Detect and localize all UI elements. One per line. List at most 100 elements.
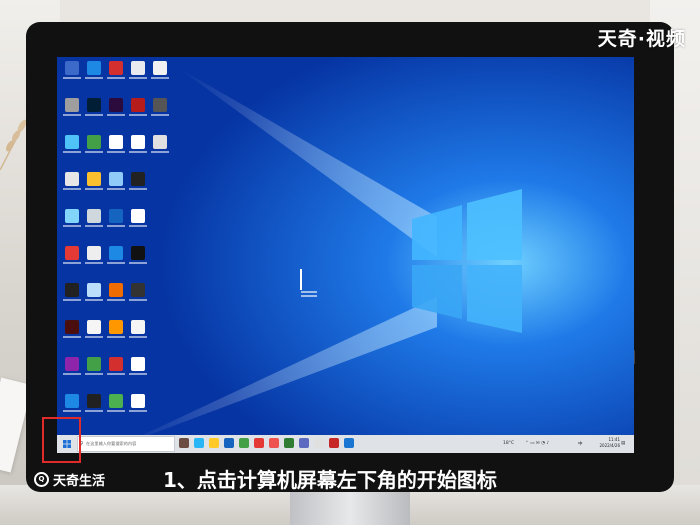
app-glyph-icon	[65, 394, 79, 408]
taskbar-app-icon[interactable]	[224, 438, 234, 448]
desktop-app-icon[interactable]	[83, 283, 105, 301]
desktop-app-icon[interactable]	[83, 320, 105, 338]
desktop-app-icon[interactable]	[61, 172, 83, 190]
monitor-stand	[290, 490, 410, 525]
desktop-app-icon[interactable]	[105, 246, 127, 264]
app-glyph-icon	[87, 98, 101, 112]
icon-label	[63, 225, 81, 227]
icon-label	[85, 373, 103, 375]
app-glyph-icon	[65, 209, 79, 223]
video-brand-watermark: 天奇·视频	[597, 28, 686, 50]
system-tray: 18°C ⌃ ▭ ✉ ◔ ♪ 中 11:41 2022/4/26 ▤	[503, 435, 628, 453]
desktop-app-icon[interactable]	[105, 283, 127, 301]
notification-icon[interactable]: ▤	[621, 441, 625, 446]
desktop-app-icon[interactable]	[83, 357, 105, 375]
input-language-indicator[interactable]: 中	[578, 441, 583, 447]
icon-label	[107, 299, 125, 301]
desktop-app-icon[interactable]	[83, 394, 105, 412]
app-glyph-icon	[131, 283, 145, 297]
desktop-app-icon[interactable]	[61, 394, 83, 412]
weather-indicator[interactable]: 18°C	[503, 441, 514, 446]
desktop-app-icon[interactable]	[83, 98, 105, 116]
desktop-icon-grid	[57, 57, 177, 437]
icon-label	[85, 188, 103, 190]
icon-label	[85, 151, 103, 153]
desktop-app-icon[interactable]	[149, 61, 171, 79]
taskbar-app-icon[interactable]	[209, 438, 219, 448]
taskbar-app-icon[interactable]	[344, 438, 354, 448]
app-glyph-icon	[87, 61, 101, 75]
app-glyph-icon	[109, 98, 123, 112]
desktop-app-icon[interactable]	[61, 61, 83, 79]
taskbar-app-icon[interactable]	[254, 438, 264, 448]
desktop-app-icon[interactable]	[127, 283, 149, 301]
desktop-file-icon[interactable]	[300, 269, 318, 297]
desktop-screen: ⚲ 在这里输入你要搜索的内容 18°C ⌃ ▭ ✉ ◔ ♪ 中 11:41 20…	[57, 57, 634, 453]
desktop-app-icon[interactable]	[105, 357, 127, 375]
desktop-app-icon[interactable]	[83, 172, 105, 190]
desktop-app-icon[interactable]	[105, 209, 127, 227]
desktop-app-icon[interactable]	[127, 135, 149, 153]
taskbar-app-icon[interactable]	[314, 438, 324, 448]
desktop-app-icon[interactable]	[149, 98, 171, 116]
desktop-app-icon[interactable]	[105, 394, 127, 412]
icon-label	[107, 262, 125, 264]
desktop-app-icon[interactable]	[105, 320, 127, 338]
icon-label	[63, 114, 81, 116]
desktop-app-icon[interactable]	[61, 209, 83, 227]
taskbar-app-icon[interactable]	[269, 438, 279, 448]
desktop-app-icon[interactable]	[61, 357, 83, 375]
icon-label	[129, 77, 147, 79]
app-glyph-icon	[87, 320, 101, 334]
icon-label	[107, 151, 125, 153]
desktop-app-icon[interactable]	[127, 98, 149, 116]
desktop-app-icon[interactable]	[127, 357, 149, 375]
app-glyph-icon	[131, 135, 145, 149]
desktop-app-icon[interactable]	[105, 172, 127, 190]
desktop-app-icon[interactable]	[105, 135, 127, 153]
taskbar-app-icon[interactable]	[194, 438, 204, 448]
icon-label	[129, 262, 147, 264]
desktop-app-icon[interactable]	[83, 135, 105, 153]
desktop-app-icon[interactable]	[127, 246, 149, 264]
icon-label	[129, 336, 147, 338]
desktop-app-icon[interactable]	[127, 394, 149, 412]
desktop-app-icon[interactable]	[61, 320, 83, 338]
taskbar-app-icon[interactable]	[179, 438, 189, 448]
desktop-app-icon[interactable]	[127, 320, 149, 338]
desktop-app-icon[interactable]	[105, 61, 127, 79]
icon-label	[63, 410, 81, 412]
desktop-app-icon[interactable]	[83, 246, 105, 264]
taskbar-app-icon[interactable]	[239, 438, 249, 448]
desktop-app-icon[interactable]	[83, 61, 105, 79]
tray-icons[interactable]: ⌃ ▭ ✉ ◔ ♪	[525, 441, 549, 446]
desktop-app-icon[interactable]	[149, 135, 171, 153]
desktop-app-icon[interactable]	[61, 98, 83, 116]
instruction-caption: 1、点击计算机屏幕左下角的开始图标	[163, 468, 497, 492]
app-glyph-icon	[65, 283, 79, 297]
icon-label	[107, 336, 125, 338]
app-glyph-icon	[109, 394, 123, 408]
icon-label	[85, 114, 103, 116]
desktop-app-icon[interactable]	[61, 135, 83, 153]
desktop-app-icon[interactable]	[61, 246, 83, 264]
app-glyph-icon	[87, 246, 101, 260]
desktop-app-icon[interactable]	[127, 61, 149, 79]
app-glyph-icon	[131, 209, 145, 223]
taskbar-clock[interactable]: 11:41 2022/4/26	[599, 437, 620, 449]
taskbar-app-icon[interactable]	[299, 438, 309, 448]
app-glyph-icon	[131, 357, 145, 371]
taskbar-app-icon[interactable]	[284, 438, 294, 448]
desktop-app-icon[interactable]	[105, 98, 127, 116]
desktop-app-icon[interactable]	[127, 172, 149, 190]
taskbar: ⚲ 在这里输入你要搜索的内容 18°C ⌃ ▭ ✉ ◔ ♪ 中 11:41 20…	[57, 435, 634, 453]
icon-label	[107, 373, 125, 375]
taskbar-app-icon[interactable]	[329, 438, 339, 448]
app-glyph-icon	[109, 283, 123, 297]
taskbar-search-box[interactable]: ⚲ 在这里输入你要搜索的内容	[77, 436, 175, 452]
app-glyph-icon	[65, 98, 79, 112]
desktop-app-icon[interactable]	[83, 209, 105, 227]
desktop-app-icon[interactable]	[61, 283, 83, 301]
desktop-app-icon[interactable]	[127, 209, 149, 227]
clock-date: 2022/4/26	[599, 443, 620, 448]
